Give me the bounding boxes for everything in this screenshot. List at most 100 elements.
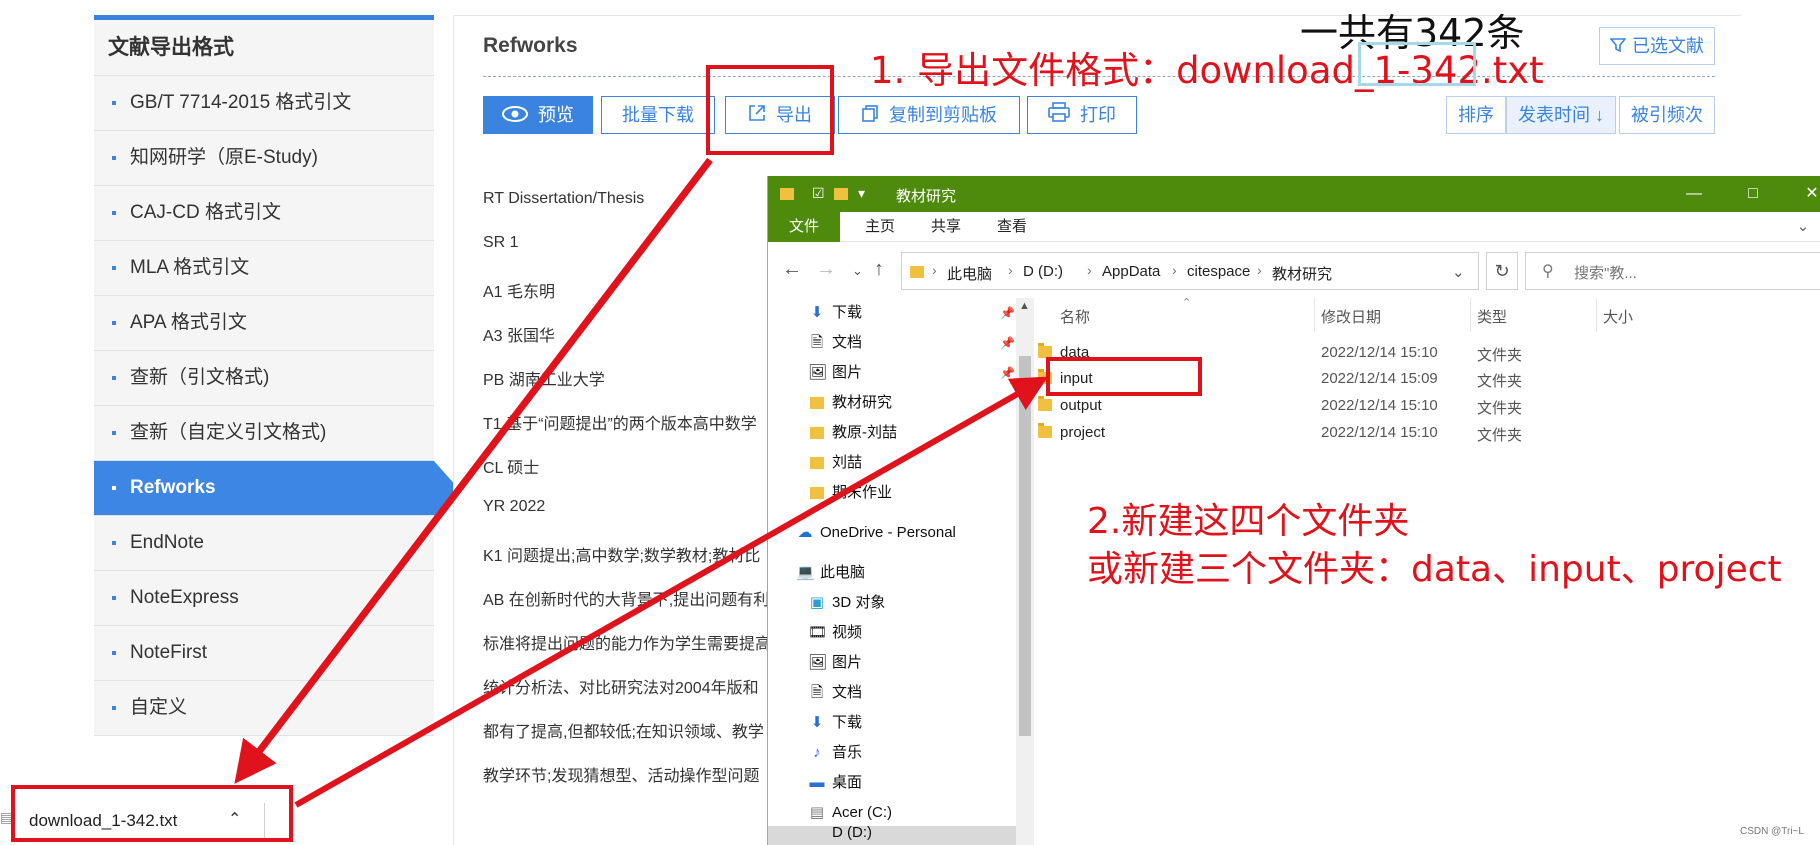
nav-item-3d-objects[interactable]: ▣ 3D 对象 <box>808 590 885 616</box>
nav-item-music[interactable]: ♪ 音乐 <box>808 740 862 766</box>
pin-icon[interactable]: 📌 <box>1000 336 1015 350</box>
scrollbar-thumb[interactable] <box>1019 356 1031 736</box>
format-item-gbt7714[interactable]: GB/T 7714-2015 格式引文 <box>94 76 434 131</box>
tab-share[interactable]: 共享 <box>916 212 976 242</box>
search-input[interactable]: ⚲ 搜索"教... <box>1525 252 1820 290</box>
close-icon[interactable]: ✕ <box>1792 180 1820 208</box>
address-dropdown-icon[interactable]: ⌄ <box>1452 263 1465 281</box>
sort-publish-time-button[interactable]: 发表时间 ↓ <box>1506 96 1616 134</box>
new-folder-quick-icon[interactable] <box>834 185 848 201</box>
nav-item-videos[interactable]: 🎞 视频 <box>808 620 862 646</box>
folder-icon <box>808 390 826 416</box>
nav-item-onedrive[interactable]: ☁ OneDrive - Personal <box>796 520 956 546</box>
format-item-cajcd[interactable]: CAJ-CD 格式引文 <box>94 186 434 241</box>
column-type[interactable]: 类型 <box>1477 306 1507 327</box>
format-item-noteexpress[interactable]: NoteExpress <box>94 571 434 626</box>
refresh-icon[interactable]: ↻ <box>1486 252 1518 290</box>
file-row-output[interactable]: output 2022/12/14 15:10 文件夹 <box>1034 393 1820 419</box>
breadcrumb-item[interactable]: citespace <box>1187 263 1250 280</box>
format-item-estudy[interactable]: 知网研学（原E-Study) <box>94 131 434 186</box>
preview-button[interactable]: 预览 <box>483 96 593 134</box>
properties-quick-icon[interactable]: ☑ <box>812 185 825 202</box>
back-arrow-icon[interactable]: ← <box>782 258 802 281</box>
column-name[interactable]: 名称 <box>1060 306 1090 327</box>
format-item-custom[interactable]: 自定义 <box>94 681 434 736</box>
breadcrumb-item[interactable]: D (D:) <box>1023 263 1063 280</box>
breadcrumb-item[interactable]: AppData <box>1102 263 1160 280</box>
file-type: 文件夹 <box>1477 373 1523 390</box>
bullet-icon <box>112 211 116 215</box>
nav-item-desktop[interactable]: ▬ 桌面 <box>808 770 863 796</box>
ref-line: AB 在创新时代的大背景下,提出问题有利 <box>483 592 770 609</box>
nav-item-drive-c[interactable]: ▤ Acer (C:) <box>808 800 892 826</box>
format-item-notefirst[interactable]: NoteFirst <box>94 626 434 681</box>
nav-item-this-pc[interactable]: 💻 此电脑 <box>796 560 865 586</box>
file-modified: 2022/12/14 15:10 <box>1321 397 1438 414</box>
sort-label: 排序 <box>1458 105 1494 125</box>
forward-arrow-icon[interactable]: → <box>816 258 836 281</box>
sort-cited-button[interactable]: 被引频次 <box>1619 96 1715 134</box>
format-item-endnote[interactable]: EndNote <box>94 516 434 571</box>
file-name: output <box>1060 397 1102 414</box>
batch-download-button[interactable]: 批量下载 <box>601 96 715 134</box>
preview-label: 预览 <box>538 105 574 125</box>
input-folder-highlight-box <box>1046 357 1202 396</box>
column-size[interactable]: 大小 <box>1603 306 1633 327</box>
nav-item-folder[interactable]: 期末作业 <box>808 480 892 506</box>
tab-home[interactable]: 主页 <box>850 212 910 242</box>
format-item-label: 查新（自定义引文格式) <box>130 422 327 443</box>
download-icon: ⬇ <box>810 714 824 731</box>
file-name: project <box>1060 424 1106 441</box>
address-bar[interactable]: › 此电脑 › D (D:) › AppData › citespace › 教… <box>901 252 1479 290</box>
nav-item-folder[interactable]: 刘喆 <box>808 450 862 476</box>
sort-button[interactable]: 排序 <box>1446 96 1506 134</box>
bullet-icon <box>112 101 116 105</box>
folder-icon <box>910 263 924 280</box>
cube-icon: ▣ <box>809 594 825 611</box>
minimize-icon[interactable]: — <box>1674 180 1714 208</box>
navigation-scrollbar[interactable]: ▲ <box>1016 298 1034 845</box>
format-item-chaxin[interactable]: 查新（引文格式) <box>94 351 434 406</box>
scroll-up-icon[interactable]: ▲ <box>1019 300 1030 312</box>
column-divider[interactable] <box>1596 298 1597 332</box>
nav-item-pictures[interactable]: 🖼 图片 <box>808 360 862 386</box>
ref-line: K1 问题提出;高中数学;数学教材;教材比 <box>483 548 761 565</box>
nav-item-drive-d[interactable]: D (D:) <box>768 824 1016 845</box>
ref-line: 标准将提出问题的能力作为学生需要提高 <box>483 636 772 653</box>
format-item-label: Refworks <box>130 477 216 498</box>
pin-icon[interactable]: 📌 <box>1000 306 1015 320</box>
nav-item-folder[interactable]: 教原-刘喆 <box>808 420 897 446</box>
nav-item-documents[interactable]: 🗎 文档 <box>808 330 862 356</box>
nav-item-folder[interactable]: 教材研究 <box>808 390 892 416</box>
selected-documents-button[interactable]: 已选文献 <box>1599 27 1715 65</box>
customize-quick-access-icon[interactable]: ▾ <box>858 185 865 202</box>
maximize-icon[interactable]: □ <box>1733 180 1773 208</box>
copy-clipboard-button[interactable]: 复制到剪贴板 <box>838 96 1020 134</box>
file-row-project[interactable]: project 2022/12/14 15:10 文件夹 <box>1034 420 1820 446</box>
up-arrow-icon[interactable]: ↑ <box>874 258 884 281</box>
format-item-label: NoteFirst <box>130 642 208 663</box>
recent-locations-icon[interactable]: ⌄ <box>852 263 863 279</box>
column-modified[interactable]: 修改日期 <box>1321 306 1381 327</box>
breadcrumb-item[interactable]: 此电脑 <box>947 263 992 284</box>
format-item-apa[interactable]: APA 格式引文 <box>94 296 434 351</box>
format-item-refworks[interactable]: Refworks <box>94 461 458 516</box>
breadcrumb-separator-icon: › <box>1257 262 1262 278</box>
step2-annotation: 2.新建这四个文件夹 <box>1087 501 1410 542</box>
tab-file[interactable]: 文件 <box>768 212 840 242</box>
nav-item-documents[interactable]: 🗎 文档 <box>808 680 862 706</box>
printer-icon <box>1048 98 1070 134</box>
bullet-icon <box>112 651 116 655</box>
nav-item-downloads[interactable]: ⬇ 下载 <box>808 300 862 326</box>
format-item-chaxin-custom[interactable]: 查新（自定义引文格式) <box>94 406 434 461</box>
column-divider[interactable] <box>1470 298 1471 332</box>
tab-view[interactable]: 查看 <box>982 212 1042 242</box>
print-button[interactable]: 打印 <box>1027 96 1137 134</box>
pin-icon[interactable]: 📌 <box>1000 366 1015 380</box>
nav-item-pictures[interactable]: 🖼 图片 <box>808 650 862 676</box>
column-divider[interactable] <box>1314 298 1315 332</box>
format-item-mla[interactable]: MLA 格式引文 <box>94 241 434 296</box>
breadcrumb-item[interactable]: 教材研究 <box>1272 263 1332 284</box>
nav-item-downloads[interactable]: ⬇ 下载 <box>808 710 862 736</box>
expand-ribbon-icon[interactable]: ⌄ <box>1788 212 1818 242</box>
